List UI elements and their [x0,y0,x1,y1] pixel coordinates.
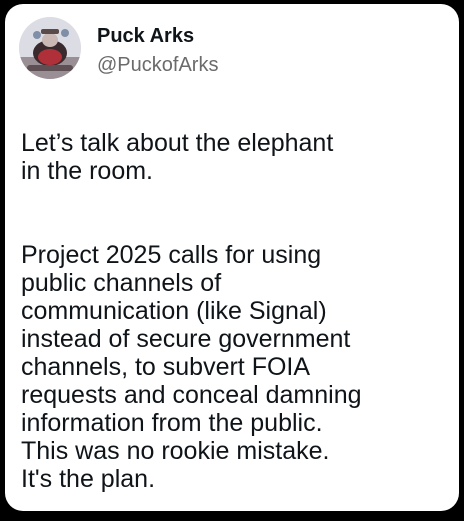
avatar-image-icon [19,17,81,79]
profile-avatar[interactable] [19,17,81,79]
author-info: Puck Arks @PuckofArks [97,26,218,75]
post-text: Let’s talk about the elephant in the roo… [21,101,451,521]
author-display-name[interactable]: Puck Arks [97,26,218,46]
post-paragraph: Project 2025 calls for using public chan… [21,241,362,493]
post-card: Puck Arks @PuckofArks Let’s talk about t… [5,4,459,511]
author-handle[interactable]: @PuckofArks [97,55,218,75]
post-paragraph: Let’s talk about the elephant in the roo… [21,129,334,185]
